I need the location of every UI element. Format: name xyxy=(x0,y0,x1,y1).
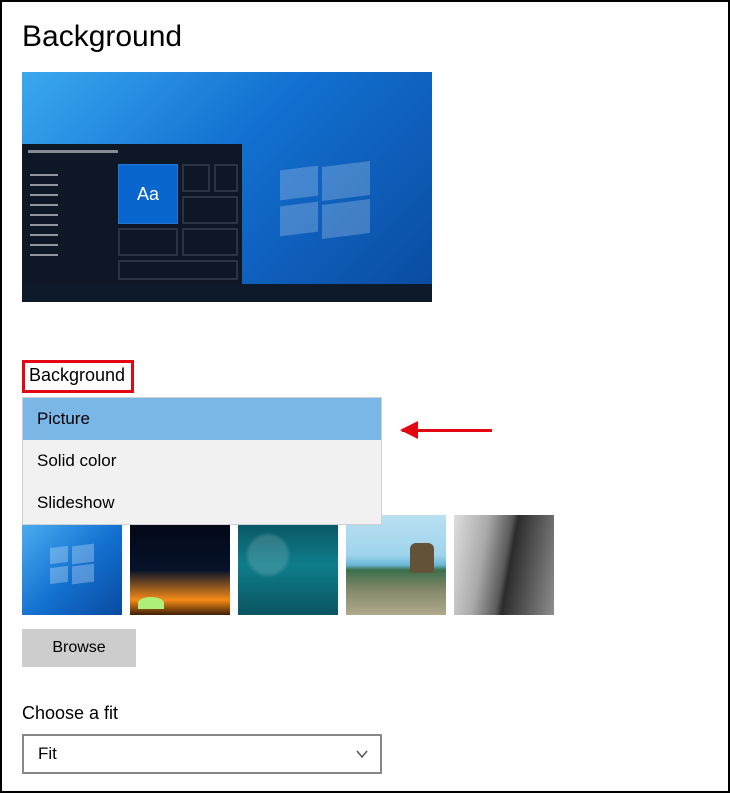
annotation-highlight-box: Background xyxy=(22,360,134,393)
chevron-down-icon xyxy=(354,746,370,762)
taskbar-preview xyxy=(22,284,432,302)
start-menu-preview: Aa xyxy=(22,144,242,284)
background-option-picture[interactable]: Picture xyxy=(23,398,381,440)
browse-button[interactable]: Browse xyxy=(22,629,136,667)
background-option-slideshow[interactable]: Slideshow xyxy=(23,482,381,524)
fit-dropdown[interactable]: Fit xyxy=(22,734,382,774)
windows-logo-icon xyxy=(280,164,370,236)
thumb-underwater[interactable] xyxy=(238,515,338,615)
background-dropdown-label: Background xyxy=(29,365,125,386)
thumb-night-horizon[interactable] xyxy=(130,515,230,615)
annotation-arrow xyxy=(402,420,492,440)
sample-tile: Aa xyxy=(118,164,178,224)
thumb-beach-rock[interactable] xyxy=(346,515,446,615)
background-dropdown-open[interactable]: Picture Solid color Slideshow xyxy=(22,397,382,525)
background-option-solid-color[interactable]: Solid color xyxy=(23,440,381,482)
fit-dropdown-value: Fit xyxy=(38,744,57,764)
background-thumbnails xyxy=(22,515,708,615)
choose-fit-label: Choose a fit xyxy=(22,703,708,724)
thumb-rock-waterfall[interactable] xyxy=(454,515,554,615)
desktop-preview: Aa xyxy=(22,72,432,302)
page-title: Background xyxy=(22,20,708,54)
thumb-windows-default[interactable] xyxy=(22,515,122,615)
